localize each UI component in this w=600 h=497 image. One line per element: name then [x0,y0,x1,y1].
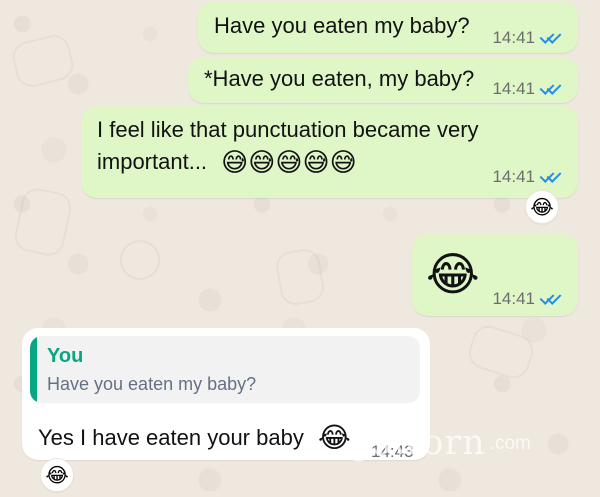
message-reaction[interactable]: 😂 [40,458,74,492]
incoming-message-text: Yes I have eaten your baby 😂 [38,421,351,454]
tears-of-joy-emoji: 😂 [530,195,554,219]
tears-of-joy-emoji: 😂 [45,463,69,487]
quoted-author: You [47,345,84,367]
message-time: 14:41 [492,167,535,186]
double-check-icon [541,292,563,306]
message-reaction[interactable]: 😂 [525,190,559,224]
tears-of-joy-emoji: 😂 [317,421,351,454]
double-check-icon [541,82,563,96]
outgoing-message-2[interactable]: *Have you eaten, my baby? 14:41 [188,57,578,103]
message-meta: 14:41 [492,290,563,307]
quoted-message[interactable]: You Have you eaten my baby? [30,336,420,403]
message-meta: 14:41 [492,168,563,185]
message-text: Have you eaten my baby? [214,13,470,38]
wallpaper-doodle [120,240,160,280]
double-check-icon [541,170,563,184]
message-time: 14:43 [371,442,414,461]
reply-accent-bar [30,336,37,403]
laughing-sweat-emoji-sequence: 😅😅😅😅😅 [221,148,357,178]
outgoing-message-1[interactable]: Have you eaten my baby? 14:41 [198,1,578,53]
tears-of-joy-emoji: 😂 [426,247,480,301]
message-time: 14:41 [492,79,535,98]
message-time: 14:41 [492,289,535,308]
quoted-text: Have you eaten my baby? [47,374,257,394]
message-meta: 14:41 [492,29,563,46]
message-text-line-2: important... 😅😅😅😅😅 [97,148,357,179]
double-check-icon [541,31,563,45]
message-meta: 14:41 [492,80,563,97]
message-time: 14:41 [492,28,535,47]
message-text: *Have you eaten, my baby? [204,66,475,91]
message-text-line-1: I feel like that punctuation became very [97,117,479,142]
outgoing-message-3[interactable]: I feel like that punctuation became very… [81,106,578,198]
outgoing-emoji-message[interactable]: 😂 14:41 [412,234,578,316]
message-text: Yes I have eaten your baby [38,425,304,450]
message-text: important... [97,149,208,174]
